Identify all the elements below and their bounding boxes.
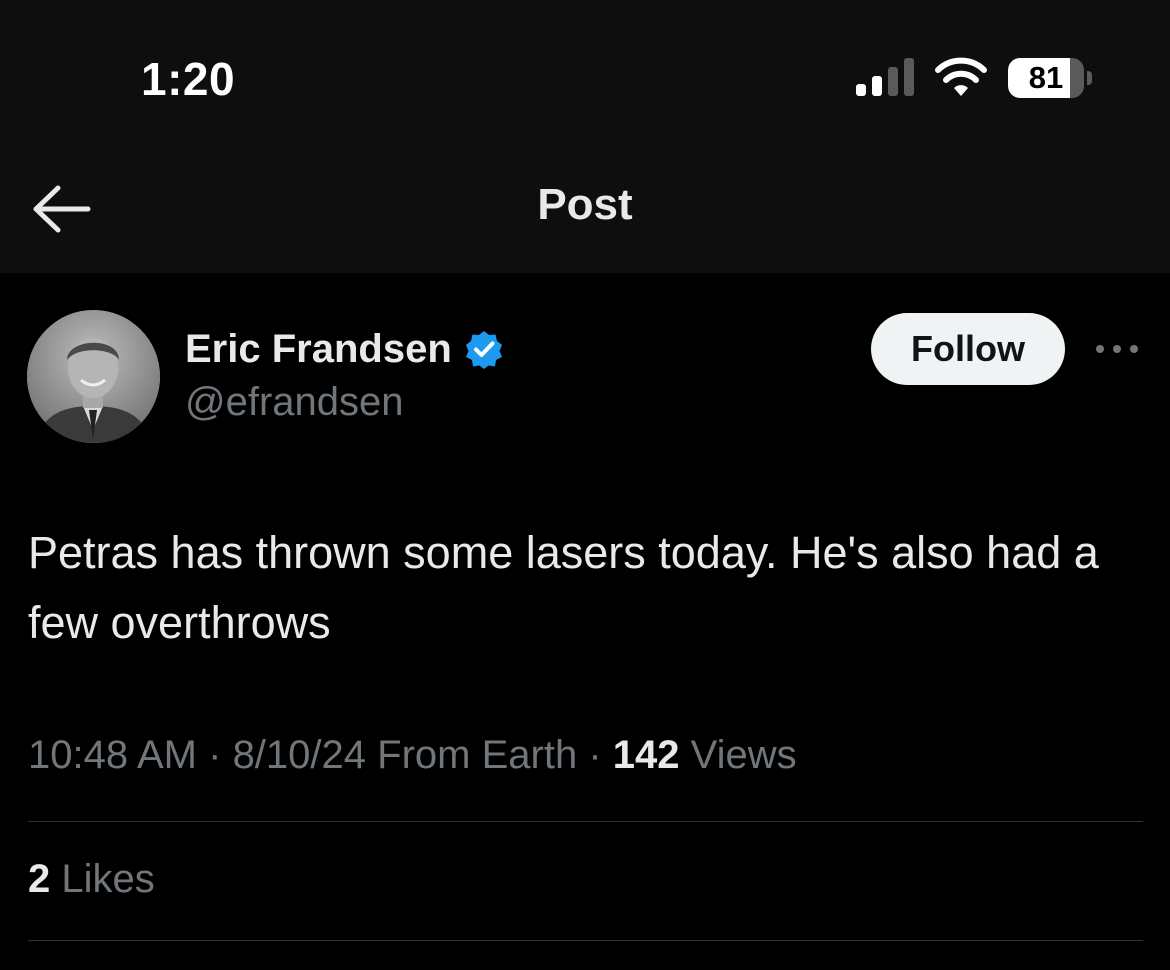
battery-cap (1087, 71, 1092, 85)
author-name-row[interactable]: Eric Frandsen (185, 323, 504, 375)
likes-link[interactable]: 2 Likes (28, 857, 155, 902)
signal-bar (904, 58, 914, 96)
author-name: Eric Frandsen (185, 326, 452, 371)
post-metadata: 10:48 AM · 8/10/24 From Earth · 142 View… (28, 733, 797, 778)
author-avatar[interactable] (27, 310, 160, 443)
signal-strength-icon (856, 58, 914, 96)
more-options-button[interactable] (1094, 332, 1140, 366)
signal-bar (856, 84, 866, 96)
post-text: Petras has thrown some lasers today. He'… (28, 527, 1099, 648)
divider (28, 940, 1143, 941)
likes-count: 2 (28, 857, 51, 901)
post-time[interactable]: 10:48 AM (28, 733, 197, 777)
wifi-icon (935, 57, 987, 96)
post-source: From Earth (377, 733, 578, 777)
separator-dot: · (577, 733, 613, 777)
post-date[interactable]: 8/10/24 (233, 733, 366, 777)
signal-bar (888, 67, 898, 96)
separator-dot: · (197, 733, 233, 777)
page-title: Post (537, 180, 633, 229)
follow-button[interactable]: Follow (871, 313, 1065, 385)
views-label: Views (690, 733, 797, 777)
more-horizontal-icon (1096, 345, 1138, 353)
author-handle[interactable]: @efrandsen (185, 380, 404, 425)
battery-percent: 81 (1028, 60, 1064, 95)
likes-label: Likes (61, 857, 155, 901)
status-time: 1:20 (141, 53, 236, 105)
divider (28, 821, 1143, 822)
signal-bar (872, 76, 882, 96)
battery-icon: 81 (1008, 58, 1084, 98)
verified-badge-icon (465, 331, 502, 369)
top-bar: 1:20 81 Post (0, 0, 1170, 273)
views-count: 142 (612, 733, 680, 777)
battery-indicator: 81 (1008, 58, 1092, 98)
